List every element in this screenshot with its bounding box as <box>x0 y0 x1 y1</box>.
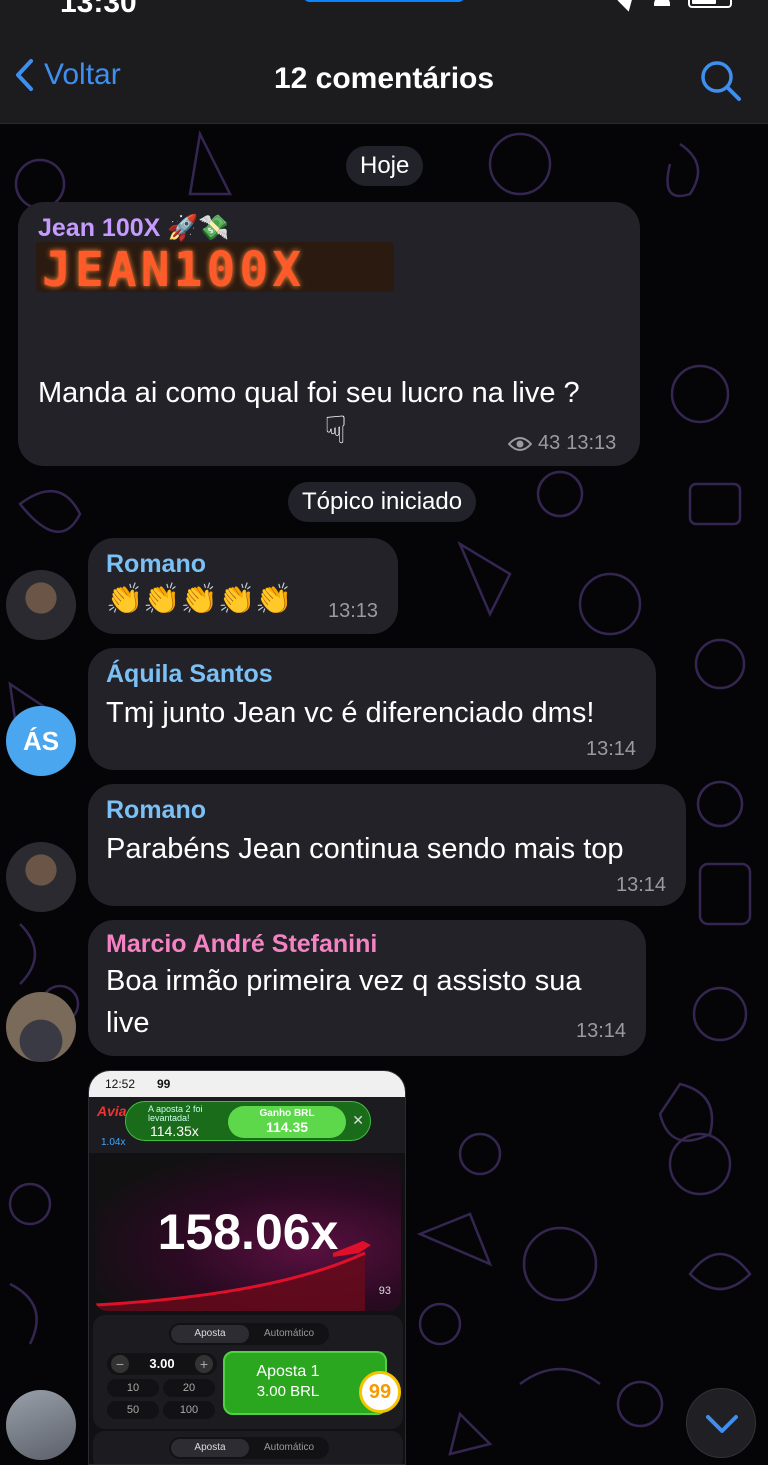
screenshot-image-message[interactable]: 12:52 99 Avia A aposta 2 foi levantada! … <box>88 1070 406 1465</box>
message-bubble[interactable]: Marcio André Stefanini Boa irmão primeir… <box>88 920 646 1056</box>
wifi-icon <box>654 0 670 6</box>
bet-tabs: Aposta Automático <box>169 1323 329 1345</box>
battery-icon <box>688 0 732 8</box>
tab-auto[interactable]: Automático <box>251 1325 327 1343</box>
channel-post-text: Manda ai como qual foi seu lucro na live… <box>38 377 580 409</box>
bet-tabs-2: Aposta Automático <box>169 1437 329 1459</box>
eye-icon <box>508 436 532 451</box>
avatar[interactable] <box>6 1390 76 1460</box>
quick-bet-50[interactable]: 50 <box>107 1401 159 1419</box>
screenshot-counter: 99 <box>157 1077 171 1091</box>
avatar-initials: ÁS <box>22 725 60 756</box>
message-text: Tmj junto Jean vc é diferenciado dms! <box>106 697 595 729</box>
plus-icon[interactable]: + <box>195 1355 213 1373</box>
win-badge: Ganho BRL 114.35 <box>228 1106 346 1138</box>
win-amount: 114.35 <box>265 1119 309 1135</box>
history-multiplier: 1.04x <box>101 1137 126 1148</box>
status-time: 13:30 <box>60 0 137 19</box>
status-icons <box>617 0 732 12</box>
message-bubble[interactable]: Romano Parabéns Jean continua sendo mais… <box>88 784 686 906</box>
message-bubble[interactable]: Áquila Santos Tmj junto Jean vc é difere… <box>88 648 656 770</box>
message-text: 👏👏👏👏👏 <box>106 583 293 616</box>
message-time: 13:13 <box>328 600 379 622</box>
message-author: Romano <box>106 796 206 824</box>
location-icon <box>617 0 639 12</box>
message-time: 13:14 <box>586 738 637 760</box>
bet-panel-2: Aposta Automático <box>93 1431 403 1464</box>
message-author: Áquila Santos <box>106 660 273 688</box>
tab-auto-2[interactable]: Automático <box>251 1439 327 1457</box>
channel-post-meta: 43 13:13 <box>508 432 616 455</box>
message-time: 13:13 <box>566 432 617 454</box>
tab-bet-2[interactable]: Aposta <box>171 1439 249 1457</box>
close-icon[interactable]: ✕ <box>352 1112 364 1129</box>
multiplier-display: 158.06x <box>157 1204 339 1260</box>
search-icon[interactable] <box>700 60 742 102</box>
99-badge: 99 <box>359 1371 401 1413</box>
message-author: Marcio André Stefanini <box>106 930 378 958</box>
navigation-header: Voltar 12 comentários <box>0 30 768 124</box>
chat-area[interactable]: Hoje Jean 100X 🚀💸 JEAN100X Manda ai como… <box>0 124 768 1465</box>
message-time: 13:14 <box>576 1020 627 1042</box>
quick-bet-20[interactable]: 20 <box>163 1379 215 1397</box>
led-banner: JEAN100X <box>36 242 394 292</box>
message-text: Parabéns Jean continua sendo mais top <box>106 833 624 865</box>
badge-text: 99 <box>368 1380 392 1403</box>
date-pill: Hoje <box>346 146 424 186</box>
avatar[interactable] <box>6 992 76 1062</box>
message-time: 13:14 <box>616 874 667 896</box>
message-author: Romano <box>106 550 206 578</box>
tab-bet[interactable]: Aposta <box>171 1325 249 1343</box>
page-title: 12 comentários <box>273 62 495 95</box>
message-text-line-2: live <box>106 1007 150 1039</box>
channel-post-author: Jean 100X 🚀💸 <box>38 214 230 242</box>
chevron-down-icon <box>706 1415 738 1433</box>
screenshot-status-bar: 12:52 99 <box>89 1071 405 1097</box>
scroll-to-bottom-button[interactable] <box>686 1388 756 1458</box>
screenshot-time: 12:52 <box>105 1077 136 1091</box>
players-count: 93 <box>378 1285 391 1297</box>
notice-amount: 114.35x <box>150 1123 199 1139</box>
game-canvas: 158.06x 93 <box>95 1155 401 1311</box>
led-banner-text: JEAN100X <box>42 242 306 292</box>
avatar[interactable] <box>6 570 76 640</box>
avatar[interactable]: ÁS <box>6 706 76 776</box>
quick-bet-100[interactable]: 100 <box>163 1401 215 1419</box>
channel-post[interactable]: Jean 100X 🚀💸 JEAN100X Manda ai como qual… <box>18 202 640 466</box>
bet-stepper[interactable]: − 3.00 + <box>107 1353 217 1375</box>
pointing-down-emoji: ☟ <box>324 410 348 452</box>
message-bubble[interactable]: Romano 👏👏👏👏👏 13:13 <box>88 538 398 634</box>
bet-panel: Aposta Automático − 3.00 + 10 20 50 100 … <box>93 1315 403 1429</box>
message-text-line-1: Boa irmão primeira vez q assisto sua <box>106 965 582 997</box>
bet-button-amount: 3.00 BRL <box>256 1383 320 1400</box>
avatar[interactable] <box>6 842 76 912</box>
win-label: Ganho BRL <box>259 1108 315 1119</box>
game-top-bar: Avia A aposta 2 foi levantada! 114.35x G… <box>89 1097 405 1153</box>
topic-started-pill: Tópico iniciado <box>288 482 477 522</box>
cashout-notice: A aposta 2 foi levantada! 114.35x Ganho … <box>125 1101 371 1141</box>
status-bar: 13:30 <box>0 0 768 30</box>
view-count: 43 <box>538 432 561 454</box>
notice-line2: levantada! <box>148 1113 190 1123</box>
quick-bet-10[interactable]: 10 <box>107 1379 159 1397</box>
dynamic-island-indicator <box>304 0 464 2</box>
bet-button-label: Aposta 1 <box>256 1363 320 1380</box>
